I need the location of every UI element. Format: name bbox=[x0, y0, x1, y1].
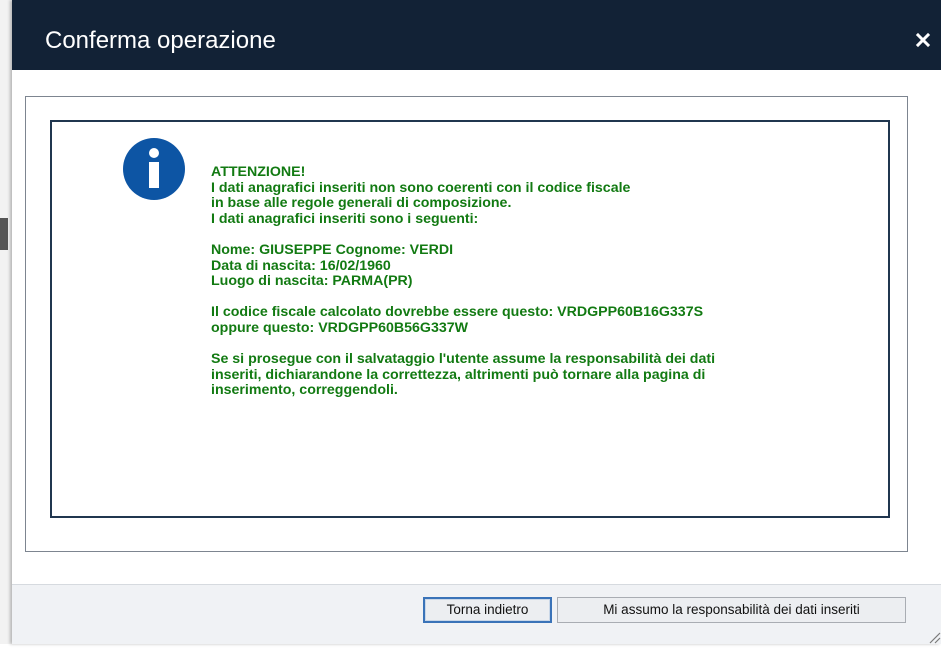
accept-responsibility-button[interactable]: Mi assumo la responsabilità dei dati ins… bbox=[557, 597, 906, 623]
message-line: oppure questo: VRDGPP60B56G337W bbox=[211, 319, 469, 336]
info-icon bbox=[123, 138, 185, 200]
warning-message: ATTENZIONE! I dati anagrafici inseriti n… bbox=[211, 164, 871, 399]
dialog-titlebar: Conferma operazione bbox=[12, 0, 941, 70]
message-spacer bbox=[211, 337, 871, 353]
message-line: Luogo di nascita: PARMA(PR) bbox=[211, 273, 413, 290]
message-line: I dati anagrafici inseriti sono i seguen… bbox=[211, 210, 479, 227]
message-line: Il codice fiscale calcolato dovrebbe ess… bbox=[211, 304, 704, 321]
message-line: Nome: GIUSEPPE Cognome: VERDI bbox=[211, 241, 454, 258]
message-line: inseriti, dichiarandone la correttezza, … bbox=[211, 366, 706, 383]
message-line: Data di nascita: 16/02/1960 bbox=[211, 257, 391, 274]
message-line: Se si prosegue con il salvataggio l'uten… bbox=[211, 351, 716, 368]
resize-grip-icon[interactable] bbox=[925, 628, 941, 644]
message-line: ATTENZIONE! bbox=[211, 164, 306, 180]
background-page-edge bbox=[0, 0, 12, 644]
message-line: inserimento, correggendoli. bbox=[211, 382, 398, 399]
message-spacer bbox=[211, 290, 871, 306]
back-button[interactable]: Torna indietro bbox=[423, 597, 552, 623]
background-page-marker bbox=[0, 218, 8, 250]
dialog-title: Conferma operazione bbox=[45, 27, 276, 54]
message-spacer bbox=[211, 227, 871, 243]
message-line: I dati anagrafici inseriti non sono coer… bbox=[211, 179, 631, 196]
message-line: in base alle regole generali di composiz… bbox=[211, 195, 512, 212]
close-icon[interactable] bbox=[915, 32, 931, 48]
